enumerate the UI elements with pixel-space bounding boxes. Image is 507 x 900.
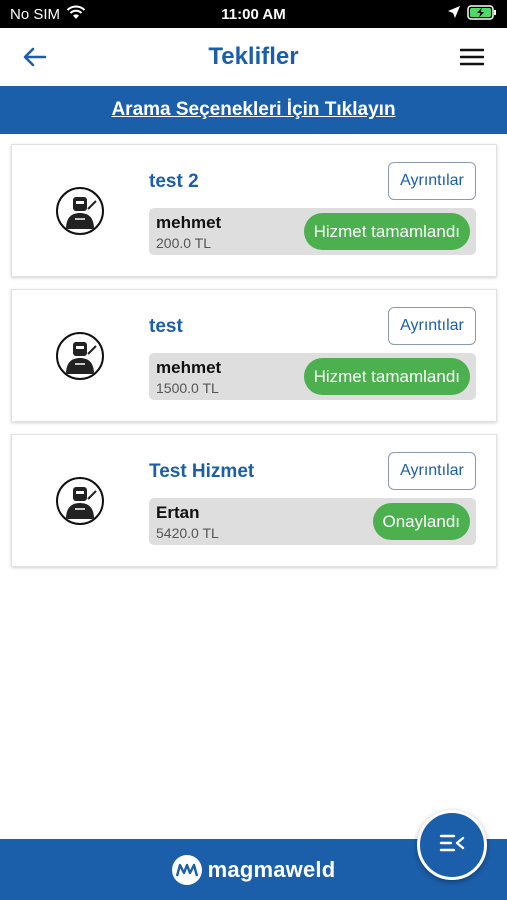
welder-avatar-icon <box>56 477 104 525</box>
offer-person-name: mehmet <box>156 358 222 377</box>
welder-avatar-icon <box>56 187 104 235</box>
location-arrow-icon <box>447 5 461 23</box>
offer-price: 200.0 TL <box>156 235 212 251</box>
offer-card: Test Hizmet Ayrıntılar Ertan 5420.0 TL O… <box>11 434 497 567</box>
status-bar: No SIM 11:00 AM <box>0 0 507 28</box>
status-right <box>337 4 497 24</box>
status-time: 11:00 AM <box>221 5 286 23</box>
search-options-banner[interactable]: Arama Seçenekleri İçin Tıklayın <box>0 86 507 134</box>
magmaweld-logo-icon <box>171 854 202 885</box>
hamburger-menu-icon[interactable] <box>455 40 489 74</box>
arrow-left-icon[interactable] <box>18 40 52 74</box>
offer-price: 1500.0 TL <box>156 380 219 396</box>
page-title: Teklifler <box>208 43 299 70</box>
details-button[interactable]: Ayrıntılar <box>388 307 476 345</box>
status-badge: Onaylandı <box>372 503 470 540</box>
offer-title: Test Hizmet <box>149 461 255 482</box>
brand-name: magmaweld <box>207 856 336 882</box>
offer-info-box: Ertan 5420.0 TL Onaylandı <box>149 498 476 545</box>
offer-card: test Ayrıntılar mehmet 1500.0 TL Hizmet … <box>11 289 497 422</box>
offer-info-box: mehmet 200.0 TL Hizmet tamamlandı <box>149 208 476 255</box>
status-badge: Hizmet tamamlandı <box>303 358 470 395</box>
status-badge: Hizmet tamamlandı <box>303 213 470 250</box>
collapse-menu-icon <box>439 833 465 858</box>
nav-bar: Teklifler <box>0 28 507 86</box>
collapse-menu-button[interactable] <box>417 810 487 880</box>
offer-title: test <box>149 316 183 337</box>
status-left: No SIM <box>10 5 170 24</box>
carrier-label: No SIM <box>10 5 61 23</box>
offer-person-name: Ertan <box>156 503 200 522</box>
details-button[interactable]: Ayrıntılar <box>388 162 476 200</box>
welder-avatar-icon <box>56 332 104 380</box>
details-button[interactable]: Ayrıntılar <box>388 452 476 490</box>
offer-title: test 2 <box>149 171 199 192</box>
offer-price: 5420.0 TL <box>156 525 219 541</box>
offer-person-name: mehmet <box>156 213 222 232</box>
wifi-icon <box>66 5 86 24</box>
offer-list: test 2 Ayrıntılar mehmet 200.0 TL Hizmet… <box>11 144 497 579</box>
offer-card: test 2 Ayrıntılar mehmet 200.0 TL Hizmet… <box>11 144 497 277</box>
search-options-label[interactable]: Arama Seçenekleri İçin Tıklayın <box>111 99 395 121</box>
offer-info-box: mehmet 1500.0 TL Hizmet tamamlandı <box>149 353 476 400</box>
battery-charging-icon <box>467 4 497 24</box>
